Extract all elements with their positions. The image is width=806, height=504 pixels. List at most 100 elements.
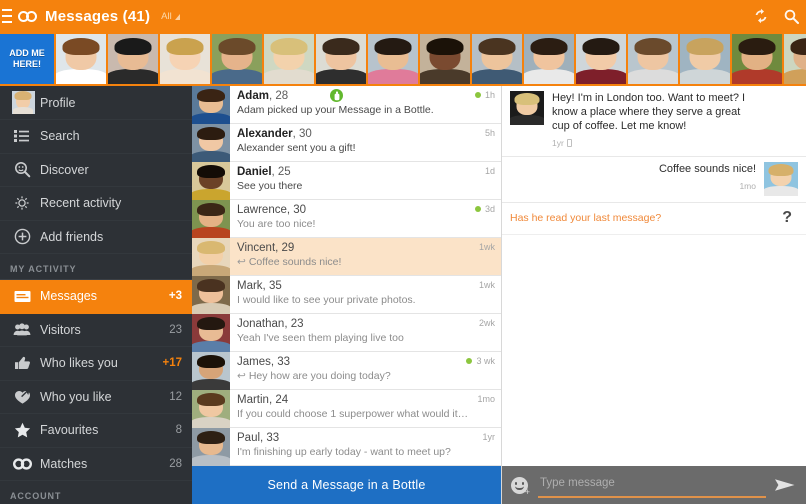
- send-arrow-icon[interactable]: [772, 472, 798, 498]
- gear-icon: [8, 195, 36, 211]
- sidebar-item-label: Who you like: [40, 389, 112, 404]
- conversation-list[interactable]: Adam, 28 Adam picked up your Message in a…: [192, 86, 501, 466]
- sidebar-item-who-likes-you[interactable]: Who likes you +17: [0, 347, 192, 381]
- conversation-time: 1d: [484, 166, 495, 176]
- photo-tile-13[interactable]: [680, 34, 730, 84]
- add-me-arrow-icon: [53, 51, 54, 67]
- discover-magnifier-icon: [8, 161, 36, 178]
- photo-tile-9[interactable]: [472, 34, 522, 84]
- conversation-meta: Alexander, 30 Alexander sent you a gift! 5…: [230, 124, 501, 161]
- conversation-avatar: [192, 314, 230, 352]
- plus-circle-icon: [8, 228, 36, 245]
- message-in-a-bottle-badge-icon: [330, 89, 343, 102]
- chat-message-text: Hey! I'm in London too. Want to meet? I …: [544, 91, 759, 150]
- conversation-status: 3 wk: [466, 356, 495, 366]
- chevron-down-icon: [174, 14, 180, 20]
- sidebar-item-favourites[interactable]: Favourites 8: [0, 414, 192, 448]
- sidebar-item-matches[interactable]: Matches 28: [0, 448, 192, 481]
- sidebar-item-label: Who likes you: [40, 356, 118, 371]
- filter-all-button[interactable]: All: [161, 11, 180, 22]
- conversation-preview: ↩ Hey how are you doing today?: [237, 370, 391, 382]
- chat-panel: Hey! I'm in London too. Want to meet? I …: [502, 86, 806, 504]
- photo-tile-11[interactable]: [576, 34, 626, 84]
- sidebar-item-profile[interactable]: Profile: [0, 86, 192, 120]
- conversation-preview: Yeah I've seen them playing live too: [237, 332, 404, 344]
- sidebar-item-label: Favourites: [40, 423, 99, 438]
- chat-message-time: 1mo: [739, 181, 756, 191]
- list-search-icon: [8, 129, 36, 143]
- photo-tile-4[interactable]: [212, 34, 262, 84]
- sidebar-item-discover[interactable]: Discover: [0, 154, 192, 187]
- sidebar-item-label: Visitors: [40, 322, 81, 337]
- thumbs-up-icon: [8, 356, 36, 370]
- conversation-meta: Adam, 28 Adam picked up your Message in a…: [230, 86, 501, 123]
- message-input[interactable]: [538, 472, 766, 498]
- photo-tile-10[interactable]: [524, 34, 574, 84]
- conversation-row[interactable]: James, 33 ↩ Hey how are you doing today? 3 …: [192, 352, 501, 390]
- refresh-icon[interactable]: [746, 0, 776, 32]
- conversation-time: 2wk: [478, 318, 495, 328]
- sidebar-item-messages[interactable]: Messages +3: [0, 280, 192, 314]
- photo-tile-3[interactable]: [160, 34, 210, 84]
- reply-arrow-icon: ↩: [237, 256, 246, 268]
- photo-tile-8[interactable]: [420, 34, 470, 84]
- photo-tile-6[interactable]: [316, 34, 366, 84]
- page-title: Messages (41): [45, 7, 151, 25]
- conversation-row[interactable]: Daniel, 25 See you there 1d: [192, 162, 501, 200]
- search-icon[interactable]: [776, 0, 806, 32]
- message-composer: +: [502, 466, 806, 504]
- conversation-status: 1wk: [479, 242, 495, 252]
- conversation-row[interactable]: Vincent, 29 ↩ Coffee sounds nice! 1wk: [192, 238, 501, 276]
- conversation-name: Vincent, 29: [237, 242, 295, 254]
- photo-tile-5[interactable]: [264, 34, 314, 84]
- conversation-row[interactable]: Jonathan, 23 Yeah I've seen them playing …: [192, 314, 501, 352]
- photo-tile-15[interactable]: [784, 34, 806, 84]
- photo-tile-7[interactable]: [368, 34, 418, 84]
- conversation-row[interactable]: Lawrence, 30 You are too nice! 3d: [192, 200, 501, 238]
- conversation-avatar: [192, 200, 230, 238]
- photo-tile-2[interactable]: [108, 34, 158, 84]
- conversation-meta: James, 33 ↩ Hey how are you doing today? 3 …: [230, 352, 501, 389]
- sidebar-item-add-friends[interactable]: Add friends: [0, 221, 192, 254]
- conversation-time: 3d: [484, 204, 495, 214]
- sidebar-item-label: Search: [40, 129, 80, 144]
- conversation-row[interactable]: Paul, 33 I'm finishing up early today - w…: [192, 428, 501, 466]
- conversation-preview: See you there: [237, 180, 303, 192]
- conversation-row[interactable]: Martin, 24 If you could choose 1 superpow…: [192, 390, 501, 428]
- emoji-smiley-icon[interactable]: +: [506, 472, 532, 498]
- read-receipt-prompt[interactable]: Has he read your last message??: [502, 203, 806, 235]
- conversation-column: Adam, 28 Adam picked up your Message in a…: [192, 86, 502, 504]
- sidebar-item-recent-activity[interactable]: Recent activity: [0, 187, 192, 221]
- conversation-avatar: [192, 428, 230, 466]
- sidebar-item-visitors[interactable]: Visitors 23: [0, 314, 192, 347]
- chat-messages: Hey! I'm in London too. Want to meet? I …: [502, 86, 806, 466]
- send-message-in-a-bottle-button[interactable]: Send a Message in a Bottle: [192, 466, 501, 504]
- conversation-preview: I would like to see your private photos.: [237, 294, 416, 306]
- conversation-meta: Lawrence, 30 You are too nice! 3d: [230, 200, 501, 237]
- add-me-here-tile[interactable]: ADD ME HERE!: [0, 34, 54, 84]
- conversation-row[interactable]: Alexander, 30 Alexander sent you a gift! 5…: [192, 124, 501, 162]
- conversation-status: 2wk: [479, 318, 495, 328]
- sidebar-item-label: Messages: [40, 289, 97, 304]
- messages-icon: [8, 290, 36, 303]
- chat-avatar: [510, 91, 544, 125]
- photo-tile-14[interactable]: [732, 34, 782, 84]
- question-mark-icon[interactable]: ?: [782, 209, 796, 227]
- conversation-time: 3 wk: [476, 356, 495, 366]
- sidebar-item-who-you-like[interactable]: Who you like 12: [0, 381, 192, 414]
- sidebar-item-count: +3: [168, 290, 182, 303]
- sidebar-item-search[interactable]: Search: [0, 120, 192, 154]
- hamburger-icon[interactable]: [2, 9, 12, 23]
- heart-arrow-icon: [8, 389, 36, 405]
- conversation-row[interactable]: Mark, 35 I would like to see your private…: [192, 276, 501, 314]
- conversation-row[interactable]: Adam, 28 Adam picked up your Message in a…: [192, 86, 501, 124]
- add-me-line-2: HERE!: [12, 59, 41, 69]
- conversation-avatar: [192, 352, 230, 390]
- sidebar-item-count: 12: [169, 390, 182, 403]
- photo-tile-1[interactable]: [56, 34, 106, 84]
- conversation-preview: ↩ Coffee sounds nice!: [237, 256, 342, 268]
- photo-tile-12[interactable]: [628, 34, 678, 84]
- visitors-icon: [8, 323, 36, 336]
- conversation-preview: Alexander sent you a gift!: [237, 142, 356, 154]
- conversation-preview: Adam picked up your Message in a Bottle.: [237, 104, 434, 116]
